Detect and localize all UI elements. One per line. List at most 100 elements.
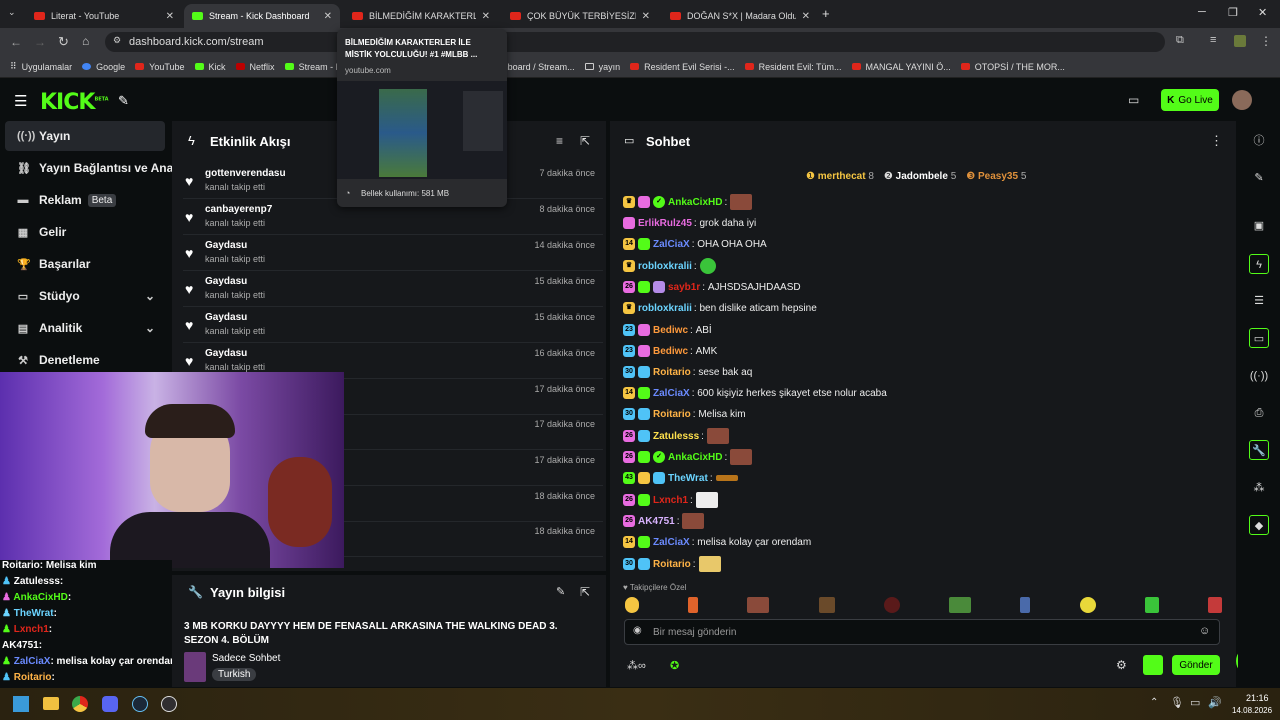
bookmark-dashboard[interactable]: hboard / Stream... <box>503 62 575 72</box>
sidebar-item-reklam[interactable]: ▬ Reklam Beta <box>5 185 165 215</box>
reload-icon[interactable]: ↻ <box>58 34 69 50</box>
sidebar-item-denetleme[interactable]: ⚒ Denetleme <box>5 345 165 375</box>
bookmark-resident-evil-2[interactable]: Resident Evil: Tüm... <box>744 62 842 72</box>
maximize-button[interactable]: ❐ <box>1228 6 1238 19</box>
points-icon[interactable]: ⁂∞ <box>627 659 646 672</box>
minimize-button[interactable]: ─ <box>1198 6 1206 18</box>
info-icon[interactable]: ⓘ <box>1249 131 1269 151</box>
emote[interactable] <box>883 597 900 613</box>
send-button[interactable]: Gönder <box>1172 655 1220 675</box>
bookmark-apps[interactable]: ⠿ Uygulamalar <box>10 61 72 72</box>
address-bar[interactable]: ⚙ dashboard.kick.com/stream <box>105 32 1165 52</box>
sidebar-item-basarilar[interactable]: 🏆 Başarılar <box>5 249 165 279</box>
settings-icon[interactable]: ⚙ <box>1116 658 1127 672</box>
list-icon[interactable]: ☰ <box>1249 291 1269 311</box>
share-icon[interactable]: ⁂ <box>1249 478 1269 498</box>
bookmark-netflix[interactable]: Netflix <box>235 62 275 72</box>
sidebar-item-gelir[interactable]: ▦ Gelir <box>5 217 165 247</box>
more-icon[interactable]: ⋮ <box>1210 133 1223 149</box>
emote[interactable] <box>625 597 639 613</box>
bookmark-resident-evil-1[interactable]: Resident Evil Serisi -... <box>630 62 735 72</box>
windows-start-icon[interactable] <box>13 696 29 712</box>
pin-icon[interactable]: ✎ <box>118 93 129 109</box>
file-explorer-icon[interactable] <box>43 697 59 710</box>
bookmark-mangal[interactable]: MANGAL YAYINI Ö... <box>851 62 951 72</box>
youtube-icon <box>851 63 861 70</box>
profile-icon[interactable] <box>1234 35 1246 47</box>
avatar[interactable] <box>1232 90 1252 110</box>
new-tab-button[interactable]: + <box>822 6 830 21</box>
microphone-icon[interactable]: 🎙 <box>1170 696 1184 709</box>
broadcast-icon[interactable]: ((·)) <box>1249 366 1269 386</box>
tab-search-icon[interactable]: ⌄ <box>8 7 16 18</box>
discord-icon[interactable] <box>102 696 118 712</box>
kick-emote-button[interactable] <box>1143 655 1163 675</box>
bookmark-google[interactable]: Google <box>82 62 125 72</box>
clock-time[interactable]: 21:16 <box>1246 693 1269 703</box>
tab-youtube-video-2[interactable]: ÇOK BÜYÜK TERBİYESİZLİK BEN✕ <box>502 4 658 28</box>
kick-logo[interactable]: KICKBETA <box>40 90 109 115</box>
emote[interactable] <box>1020 597 1031 613</box>
popout-icon[interactable]: ⇱ <box>580 585 590 599</box>
sidebar-item-studyo[interactable]: ▭ Stüdyo ⌄ <box>5 281 165 311</box>
printer-icon[interactable]: ⎙ <box>1249 403 1269 423</box>
steam-icon[interactable] <box>132 696 148 712</box>
chrome-icon[interactable] <box>72 696 88 712</box>
sidebar-item-analitik[interactable]: ▤ Analitik ⌄ <box>5 313 165 343</box>
popout-icon[interactable]: ⇱ <box>580 134 590 148</box>
tab-youtube-video-3[interactable]: DOĞAN S*X | Madara Olduk #7✕ <box>662 4 818 28</box>
wrench-icon[interactable]: 🔧 <box>1249 440 1269 460</box>
network-icon[interactable]: ▭ <box>1190 696 1200 709</box>
extensions-icon[interactable]: ⧉ <box>1176 34 1184 47</box>
emote[interactable] <box>1144 597 1159 613</box>
filter-icon[interactable]: ≡ <box>556 134 563 148</box>
obs-icon[interactable] <box>161 696 177 712</box>
sidebar-item-yayin[interactable]: ((·)) Yayın <box>5 121 165 151</box>
google-icon <box>82 63 92 70</box>
bookmark-kick[interactable]: Kick <box>194 62 226 72</box>
sidebar-item-stream-link[interactable]: ⛓Yayın Bağlantısı ve Anahtarı <box>5 153 177 183</box>
emote[interactable] <box>1079 597 1096 613</box>
bookmark-folder-yayin[interactable]: yayın <box>584 62 620 72</box>
chat-message: ♛ robloxkralii: ben dislike aticam hepsin… <box>623 300 817 316</box>
tab-literat-youtube[interactable]: Literat - YouTube ✕ <box>26 4 182 28</box>
chat-toggle-icon[interactable]: ▭ <box>1249 328 1269 348</box>
hamburger-icon[interactable]: ☰ <box>14 92 27 110</box>
chat-message-input[interactable]: ◉ Bir mesaj gönderin ☺ <box>624 619 1220 645</box>
emote[interactable] <box>818 597 835 613</box>
emote[interactable] <box>1207 597 1222 613</box>
go-live-button[interactable]: K Go Live <box>1161 89 1219 111</box>
emote[interactable] <box>747 597 770 613</box>
tab-youtube-video-1[interactable]: BİLMEDİĞİM KARAKTERLER İLE✕ <box>344 4 498 28</box>
emoji-icon[interactable]: ☺ <box>1199 625 1210 637</box>
edit-icon[interactable]: ✎ <box>1249 168 1269 188</box>
edit-icon[interactable]: ✎ <box>556 585 565 598</box>
emote[interactable] <box>949 597 972 613</box>
volume-icon[interactable]: 🔊 <box>1208 696 1222 709</box>
close-icon[interactable]: ✕ <box>318 11 332 22</box>
tab-kick-dashboard[interactable]: Stream - Kick Dashboard ✕ <box>184 4 340 28</box>
forward-icon[interactable]: → <box>34 35 46 49</box>
chat-popout-icon[interactable]: ▭ <box>1128 93 1139 107</box>
close-icon[interactable]: ✕ <box>476 11 490 22</box>
tray-chevron-icon[interactable]: ⌃ <box>1150 697 1158 708</box>
heart-icon: ♥ <box>185 209 194 225</box>
months-badge: 14 <box>623 387 635 399</box>
bookmark-youtube[interactable]: YouTube <box>135 62 185 72</box>
close-window-button[interactable]: ✕ <box>1258 6 1267 19</box>
clock-date[interactable]: 14.08.2026 <box>1232 706 1272 715</box>
media-icon[interactable]: ≡ <box>1210 34 1216 46</box>
sticker-icon[interactable]: ◆ <box>1249 515 1269 535</box>
back-icon[interactable]: ← <box>10 35 22 49</box>
activity-toggle-icon[interactable]: ϟ <box>1249 254 1269 274</box>
site-info-icon[interactable]: ⚙ <box>113 35 121 46</box>
home-icon[interactable]: ⌂ <box>82 34 89 48</box>
kick-coin-icon[interactable]: ✪ <box>670 659 679 672</box>
close-icon[interactable]: ✕ <box>636 11 650 22</box>
close-icon[interactable]: ✕ <box>160 11 174 22</box>
bookmark-otopsi[interactable]: OTOPSİ / THE MOR... <box>960 62 1065 72</box>
preview-icon[interactable]: ▣ <box>1249 216 1269 236</box>
menu-icon[interactable]: ⋮ <box>1260 34 1272 48</box>
emote[interactable] <box>688 597 699 613</box>
close-icon[interactable]: ✕ <box>796 11 810 22</box>
